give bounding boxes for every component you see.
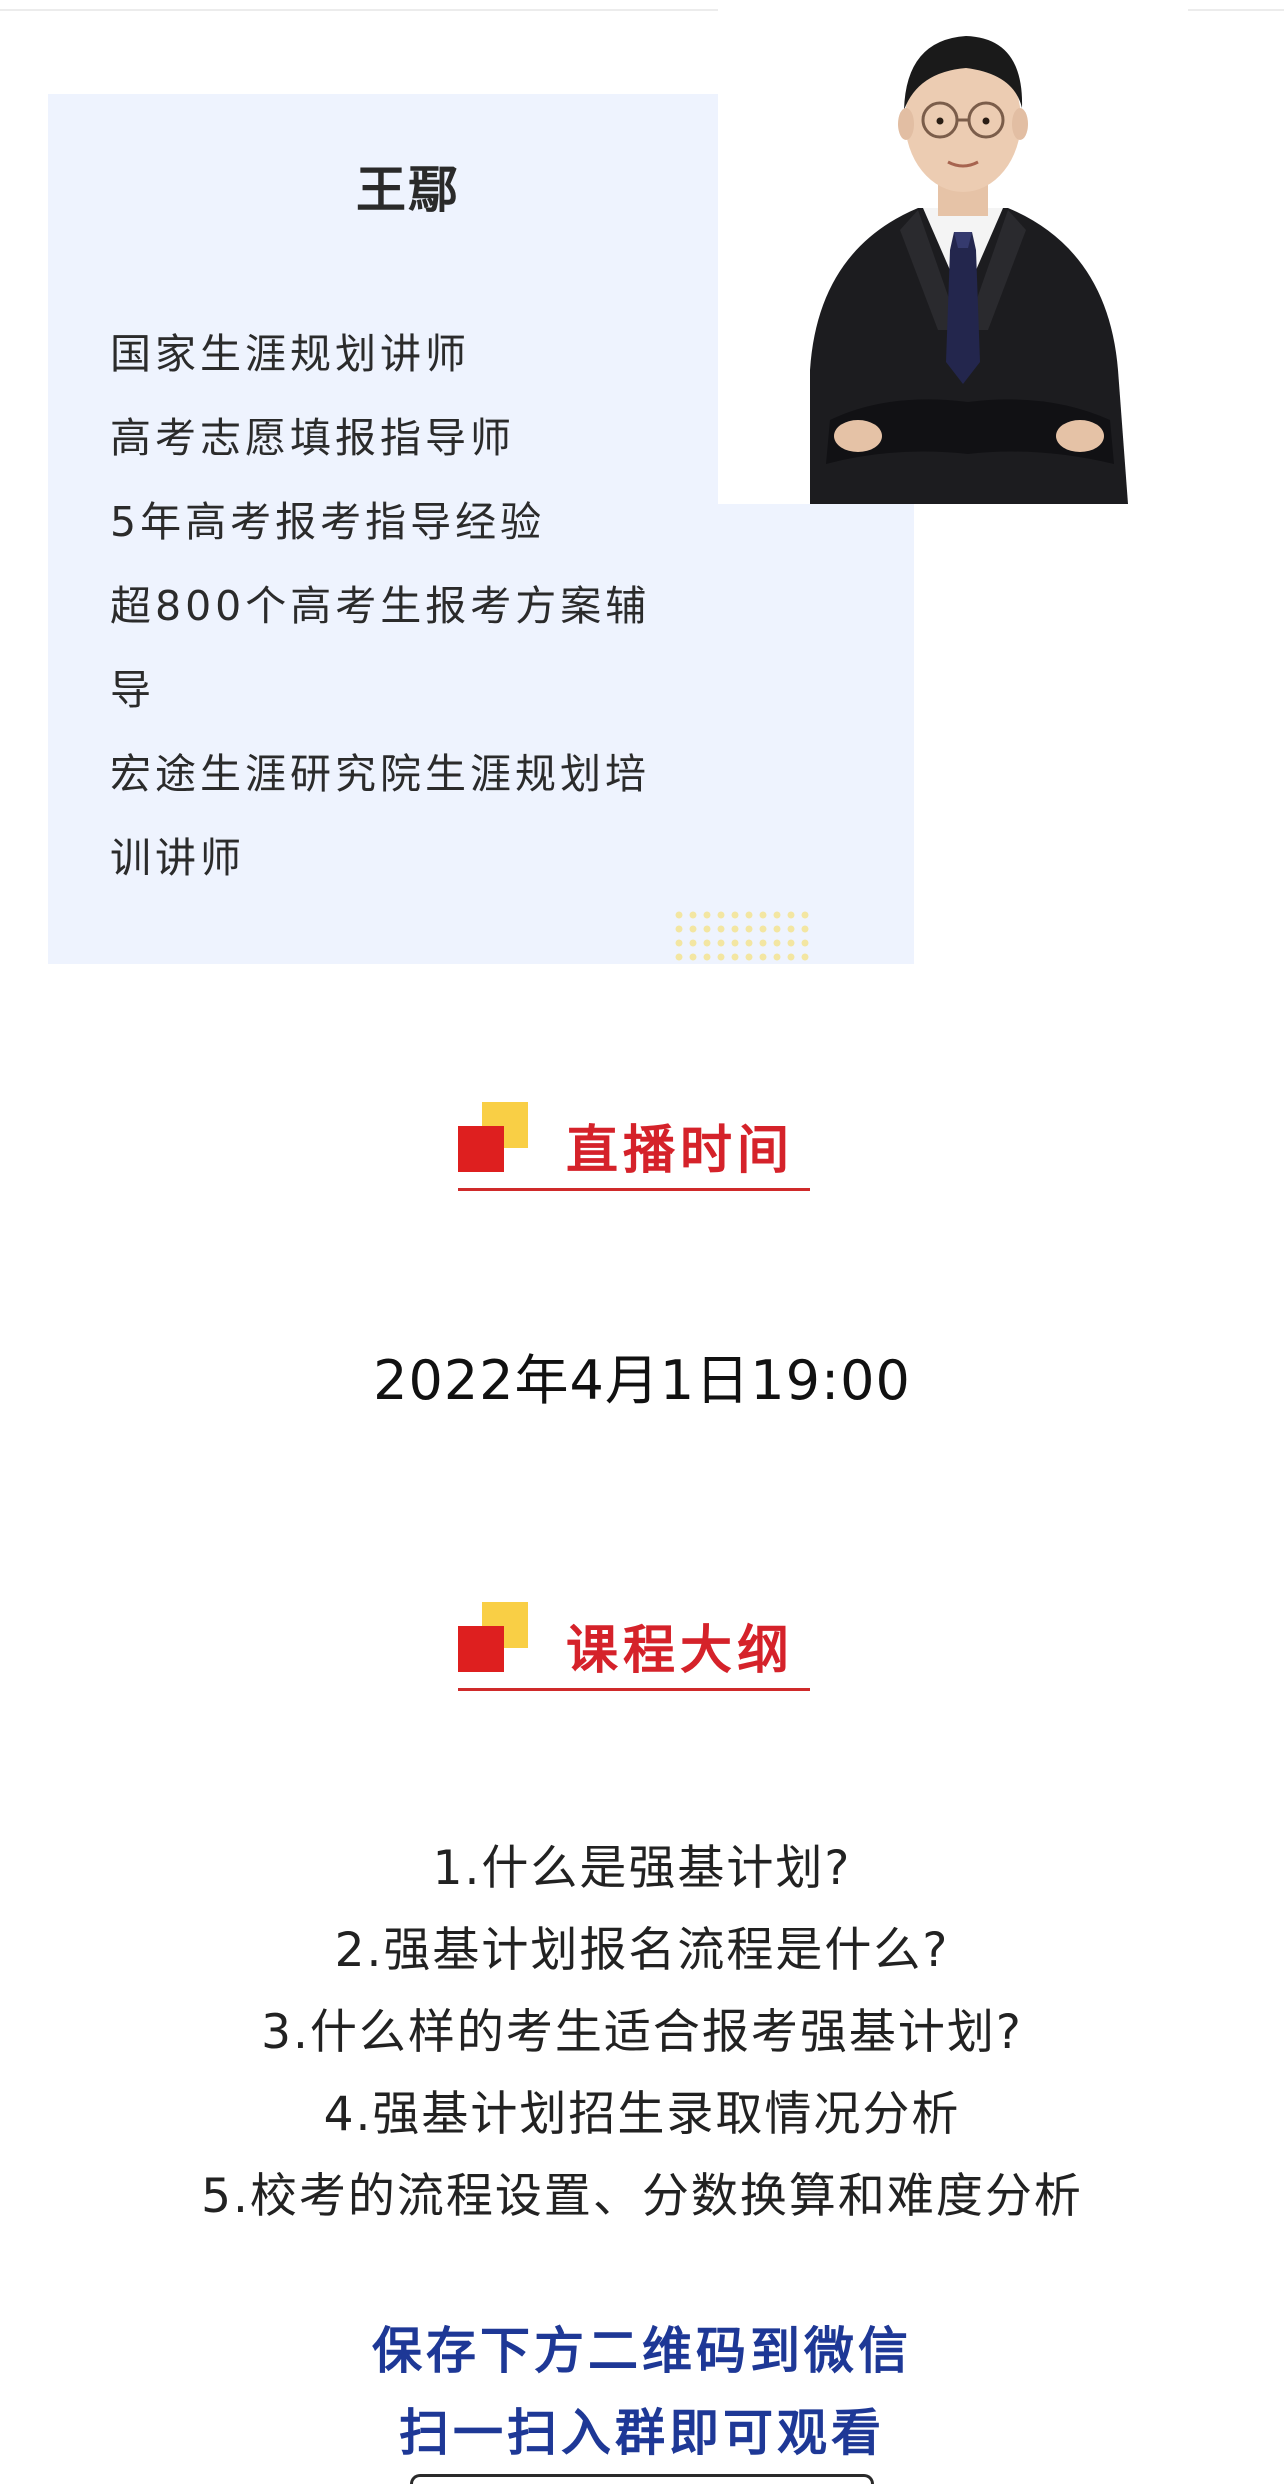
heading-square-red bbox=[458, 1626, 504, 1672]
outline-item: 5.校考的流程设置、分数换算和难度分析 bbox=[201, 2169, 1083, 2224]
bio-line: 国家生涯规划讲师 bbox=[110, 330, 470, 378]
outline-item: 3.什么样的考生适合报考强基计划? bbox=[261, 2005, 1023, 2060]
live-time-heading: 直播时间 bbox=[458, 1102, 810, 1198]
bio-line: 超800个高考生报考方案辅 bbox=[110, 582, 651, 630]
outline-item: 1.什么是强基计划? bbox=[432, 1841, 852, 1896]
heading-underline bbox=[458, 1688, 810, 1691]
qr-instructions: 保存下方二维码到微信 扫一扫入群即可观看 bbox=[0, 2310, 1284, 2474]
qr-instruction-line: 保存下方二维码到微信 bbox=[372, 2322, 912, 2380]
outline-item: 2.强基计划报名流程是什么? bbox=[334, 1923, 950, 1978]
course-outline-list: 1.什么是强基计划? 2.强基计划报名流程是什么? 3.什么样的考生适合报考强基… bbox=[0, 1828, 1284, 2238]
decorative-dot-pattern bbox=[672, 908, 814, 964]
section-title: 直播时间 bbox=[566, 1121, 795, 1181]
heading-square-red bbox=[458, 1126, 504, 1172]
bio-line: 导 bbox=[110, 666, 155, 714]
heading-underline bbox=[458, 1188, 810, 1191]
qr-instruction-line: 扫一扫入群即可观看 bbox=[399, 2404, 885, 2462]
bio-line: 5年高考报考指导经验 bbox=[110, 498, 546, 546]
course-outline-heading: 课程大纲 bbox=[458, 1602, 810, 1698]
teacher-bio-list: 国家生涯规划讲师 高考志愿填报指导师 5年高考报考指导经验 超800个高考生报考… bbox=[110, 312, 720, 900]
qr-frame-top-edge bbox=[410, 2474, 874, 2484]
bio-line: 高考志愿填报指导师 bbox=[110, 414, 515, 462]
outline-item: 4.强基计划招生录取情况分析 bbox=[323, 2087, 961, 2142]
teacher-photo bbox=[718, 0, 1188, 504]
bio-line: 宏途生涯研究院生涯规划培 bbox=[110, 750, 650, 798]
bio-line: 训讲师 bbox=[110, 834, 245, 882]
teacher-name: 王鄢 bbox=[356, 161, 460, 219]
live-datetime: 2022年4月1日19:00 bbox=[373, 1349, 911, 1412]
section-title: 课程大纲 bbox=[566, 1621, 795, 1681]
